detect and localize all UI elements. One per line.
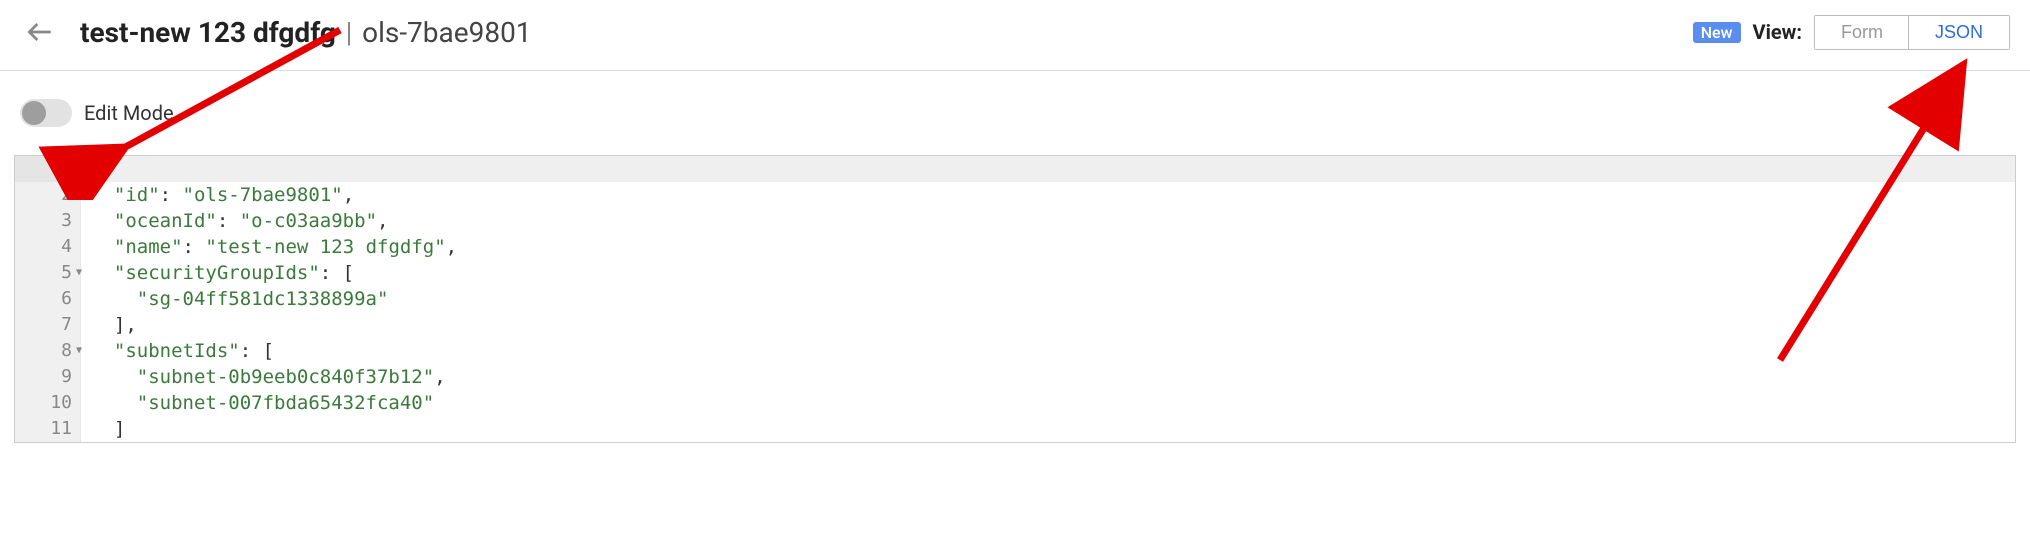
editor-line: 9 "subnet-0b9eeb0c840f37b12",	[15, 364, 2015, 390]
line-number: 2	[15, 182, 81, 208]
line-number: 11	[15, 416, 81, 442]
title-separator: |	[346, 16, 352, 49]
fold-toggle-icon[interactable]: ▼	[76, 260, 82, 286]
json-editor[interactable]: 1▼{2 "id": "ols-7bae9801",3 "oceanId": "…	[14, 155, 2016, 443]
code-content[interactable]: "subnet-007fbda65432fca40"	[81, 390, 2015, 416]
line-number: 1▼	[15, 156, 81, 182]
line-number: 3	[15, 208, 81, 234]
code-content[interactable]: "oceanId": "o-c03aa9bb",	[81, 208, 2015, 234]
editmode-toggle[interactable]	[20, 99, 72, 127]
new-badge: New	[1693, 22, 1741, 43]
line-number: 4	[15, 234, 81, 260]
view-json-button[interactable]: JSON	[1908, 15, 2010, 50]
editor-line: 2 "id": "ols-7bae9801",	[15, 182, 2015, 208]
editor-line: 6 "sg-04ff581dc1338899a"	[15, 286, 2015, 312]
editor-line: 1▼{	[15, 156, 2015, 182]
editor-line: 3 "oceanId": "o-c03aa9bb",	[15, 208, 2015, 234]
editmode-row: Edit Mode	[0, 71, 2030, 145]
line-number: 8▼	[15, 338, 81, 364]
fold-toggle-icon[interactable]: ▼	[76, 338, 82, 364]
view-controls: New View: Form JSON	[1693, 15, 2010, 50]
editor-line: 5▼ "securityGroupIds": [	[15, 260, 2015, 286]
line-number: 10	[15, 390, 81, 416]
editor-line: 11 ]	[15, 416, 2015, 442]
page-header: test-new 123 dfgdfg | ols-7bae9801 New V…	[0, 0, 2030, 71]
line-number: 6	[15, 286, 81, 312]
code-content[interactable]: "securityGroupIds": [	[81, 260, 2015, 286]
editmode-label: Edit Mode	[84, 101, 174, 125]
toggle-knob-icon	[22, 101, 46, 125]
line-number: 9	[15, 364, 81, 390]
code-content[interactable]: "id": "ols-7bae9801",	[81, 182, 2015, 208]
code-content[interactable]: {	[81, 156, 2015, 182]
view-label: View:	[1753, 20, 1802, 44]
code-content[interactable]: "sg-04ff581dc1338899a"	[81, 286, 2015, 312]
editor-line: 8▼ "subnetIds": [	[15, 338, 2015, 364]
editor-line: 7 ],	[15, 312, 2015, 338]
code-content[interactable]: "subnetIds": [	[81, 338, 2015, 364]
editor-line: 10 "subnet-007fbda65432fca40"	[15, 390, 2015, 416]
code-content[interactable]: ],	[81, 312, 2015, 338]
code-content[interactable]: ]	[81, 416, 2015, 442]
back-arrow-icon[interactable]	[20, 12, 60, 52]
editor-line: 4 "name": "test-new 123 dfgdfg",	[15, 234, 2015, 260]
view-form-button[interactable]: Form	[1815, 16, 1909, 49]
fold-toggle-icon[interactable]: ▼	[76, 156, 82, 182]
code-content[interactable]: "subnet-0b9eeb0c840f37b12",	[81, 364, 2015, 390]
view-segmented: Form JSON	[1814, 15, 2010, 50]
page-title: test-new 123 dfgdfg | ols-7bae9801	[80, 16, 532, 49]
code-content[interactable]: "name": "test-new 123 dfgdfg",	[81, 234, 2015, 260]
line-number: 7	[15, 312, 81, 338]
title-main: test-new 123 dfgdfg	[80, 16, 336, 49]
line-number: 5▼	[15, 260, 81, 286]
title-id: ols-7bae9801	[362, 16, 531, 49]
